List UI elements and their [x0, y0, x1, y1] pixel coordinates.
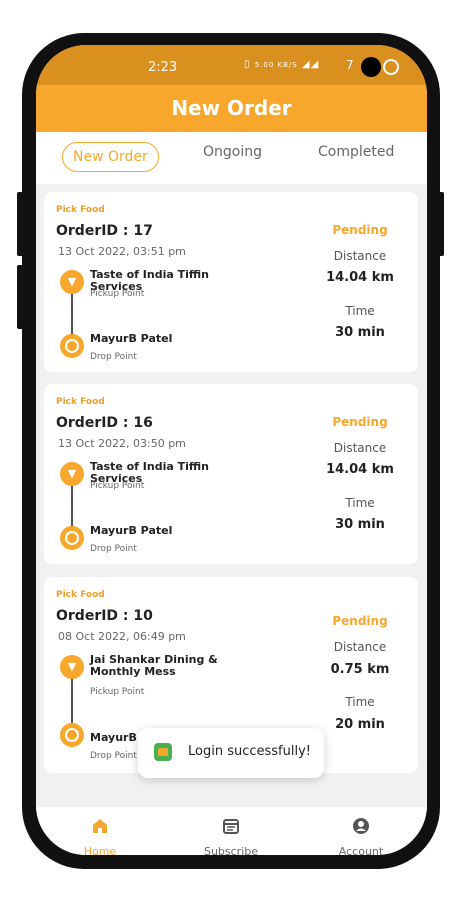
distance-label: Distance — [333, 640, 387, 654]
order-tabs: New Order Ongoing Completed — [36, 132, 427, 184]
pickup-label: Pickup Point — [90, 481, 145, 491]
pickup-pin-icon: ▼ — [60, 655, 84, 679]
login-toast: Login successfully! — [138, 728, 324, 778]
bottom-nav: Home Subscribe Account — [36, 807, 427, 855]
battery-level: 7 — [346, 58, 354, 72]
route-line — [71, 486, 73, 528]
nav-home-label: Home — [83, 845, 117, 855]
pickup-label: Pickup Point — [90, 687, 145, 697]
order-card[interactable]: Pick Food OrderID : 17 13 Oct 2022, 03:5… — [44, 192, 418, 372]
order-status: Pending — [332, 223, 388, 237]
vibrate-icon: ▯ — [244, 59, 251, 70]
time-value: 30 min — [335, 325, 385, 340]
order-datetime: 13 Oct 2022, 03:51 pm — [58, 245, 186, 258]
drop-name: MayurB Patel — [90, 524, 173, 537]
page-title: New Order — [171, 96, 292, 120]
order-status: Pending — [332, 614, 388, 628]
app-bar: New Order — [36, 85, 427, 132]
calendar-icon — [223, 819, 239, 834]
drop-label: Drop Point — [90, 352, 137, 362]
distance-value: 14.04 km — [326, 270, 394, 285]
time-label: Time — [345, 304, 375, 318]
nav-subscribe-label: Subscribe — [203, 845, 259, 855]
camera-cutout — [361, 57, 381, 77]
nav-subscribe[interactable]: Subscribe — [191, 811, 271, 855]
time-label: Time — [345, 695, 375, 709]
distance-label: Distance — [333, 249, 387, 263]
volume-down-button — [17, 265, 25, 329]
pickup-label: Pickup Point — [90, 289, 145, 299]
route-line — [71, 294, 73, 336]
tab-completed[interactable]: Completed — [318, 144, 394, 160]
tab-new-order[interactable]: New Order — [62, 142, 159, 172]
order-type-tag: Pick Food — [56, 590, 105, 600]
drop-pin-icon — [60, 723, 84, 747]
order-status: Pending — [332, 415, 388, 429]
order-id: OrderID : 16 — [56, 415, 153, 431]
app-screen: 2:23 ▯ 5.00 KB/S ◢◢ 7 New Order New Orde… — [36, 45, 427, 855]
nav-account-label: Account — [338, 845, 384, 855]
drop-label: Drop Point — [90, 544, 137, 554]
time-value: 20 min — [335, 717, 385, 732]
drop-pin-icon — [60, 526, 84, 550]
app-logo-icon — [154, 743, 172, 761]
signal-icon: ◢◢ — [301, 59, 320, 70]
net-speed: 5.00 KB/S — [254, 61, 298, 69]
time-value: 30 min — [335, 517, 385, 532]
order-id: OrderID : 10 — [56, 608, 153, 624]
order-id: OrderID : 17 — [56, 223, 153, 239]
battery-ring-icon — [383, 59, 399, 75]
nav-home[interactable]: Home — [60, 811, 140, 855]
account-icon — [353, 818, 369, 834]
order-type-tag: Pick Food — [56, 205, 105, 215]
pickup-pin-icon: ▼ — [60, 462, 84, 486]
drop-label: Drop Point — [90, 751, 137, 761]
distance-value: 14.04 km — [326, 462, 394, 477]
time-label: Time — [345, 496, 375, 510]
signal-icons: ▯ 5.00 KB/S ◢◢ — [244, 59, 319, 70]
drop-pin-icon — [60, 334, 84, 358]
distance-value: 0.75 km — [330, 662, 390, 677]
order-datetime: 08 Oct 2022, 06:49 pm — [58, 630, 186, 643]
status-bar: 2:23 ▯ 5.00 KB/S ◢◢ 7 — [36, 45, 427, 85]
status-time: 2:23 — [148, 60, 178, 75]
nav-account[interactable]: Account — [321, 811, 401, 855]
route-line — [71, 679, 73, 727]
distance-label: Distance — [333, 441, 387, 455]
tab-ongoing[interactable]: Ongoing — [203, 144, 262, 160]
drop-name: MayurB Patel — [90, 332, 173, 345]
order-card[interactable]: Pick Food OrderID : 16 13 Oct 2022, 03:5… — [44, 384, 418, 564]
toast-message: Login successfully! — [188, 744, 311, 759]
pickup-name: Jai Shankar Dining & Monthly Mess — [90, 653, 218, 678]
volume-up-button — [17, 192, 25, 256]
order-datetime: 13 Oct 2022, 03:50 pm — [58, 437, 186, 450]
home-icon — [93, 819, 107, 833]
power-button — [436, 192, 444, 256]
pickup-pin-icon: ▼ — [60, 270, 84, 294]
order-type-tag: Pick Food — [56, 397, 105, 407]
